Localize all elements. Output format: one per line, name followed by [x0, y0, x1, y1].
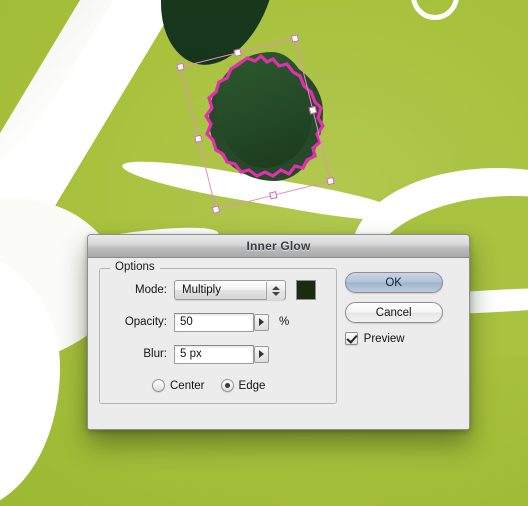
dialog-title: Inner Glow [246, 239, 311, 253]
options-group-label: Options [110, 261, 160, 273]
chevron-down-icon [271, 292, 280, 296]
mode-select[interactable]: Multiply [174, 280, 286, 300]
blur-popup-button[interactable] [254, 345, 269, 363]
radio-center-label: Center [170, 379, 205, 392]
blur-row: Blur: 5 px [100, 341, 336, 367]
source-radio-group: Center Edge [100, 379, 336, 392]
blur-label: Blur: [143, 348, 167, 360]
cancel-button[interactable]: Cancel [344, 302, 443, 323]
opacity-label: Opacity: [124, 316, 167, 328]
preview-checkbox-row[interactable]: Preview [344, 332, 469, 345]
chevron-up-icon [271, 286, 280, 290]
options-group: Options Mode: Multiply Opacity: 50 % Blu… [99, 261, 337, 404]
ok-button[interactable]: OK [344, 272, 443, 293]
radio-edge[interactable] [220, 379, 234, 392]
glow-color-swatch[interactable] [296, 280, 316, 300]
transform-handle-top-center[interactable] [233, 48, 242, 57]
blur-value: 5 px [180, 348, 202, 360]
opacity-value: 50 [180, 316, 193, 328]
opacity-unit: % [279, 316, 290, 328]
chevron-updown-icon[interactable] [266, 282, 284, 300]
preview-checkbox[interactable] [344, 332, 358, 345]
dialog-right-column: OK Cancel Preview [344, 258, 469, 429]
dialog-titlebar[interactable]: Inner Glow [88, 235, 469, 258]
blur-input[interactable]: 5 px [174, 344, 269, 364]
mode-row: Mode: Multiply [100, 277, 336, 303]
opacity-popup-button[interactable] [254, 313, 269, 331]
opacity-row: Opacity: 50 % [100, 309, 336, 335]
transform-handle-middle-left[interactable] [194, 134, 203, 143]
radio-center[interactable] [152, 379, 165, 392]
triangle-right-icon [259, 318, 264, 326]
transform-handle-top-left[interactable] [176, 62, 185, 72]
dialog-body: Options Mode: Multiply Opacity: 50 % Blu… [88, 258, 469, 429]
screen: Inner Glow Options Mode: Multiply Opacit… [0, 0, 528, 506]
dialog-left-column: Options Mode: Multiply Opacity: 50 % Blu… [88, 258, 345, 429]
triangle-right-icon [259, 350, 264, 358]
mode-label: Mode: [135, 284, 167, 296]
mode-value: Multiply [182, 284, 221, 296]
opacity-input[interactable]: 50 [174, 312, 269, 332]
preview-label: Preview [363, 332, 405, 345]
radio-edge-label: Edge [238, 379, 266, 392]
inner-glow-dialog: Inner Glow Options Mode: Multiply Opacit… [87, 234, 470, 430]
